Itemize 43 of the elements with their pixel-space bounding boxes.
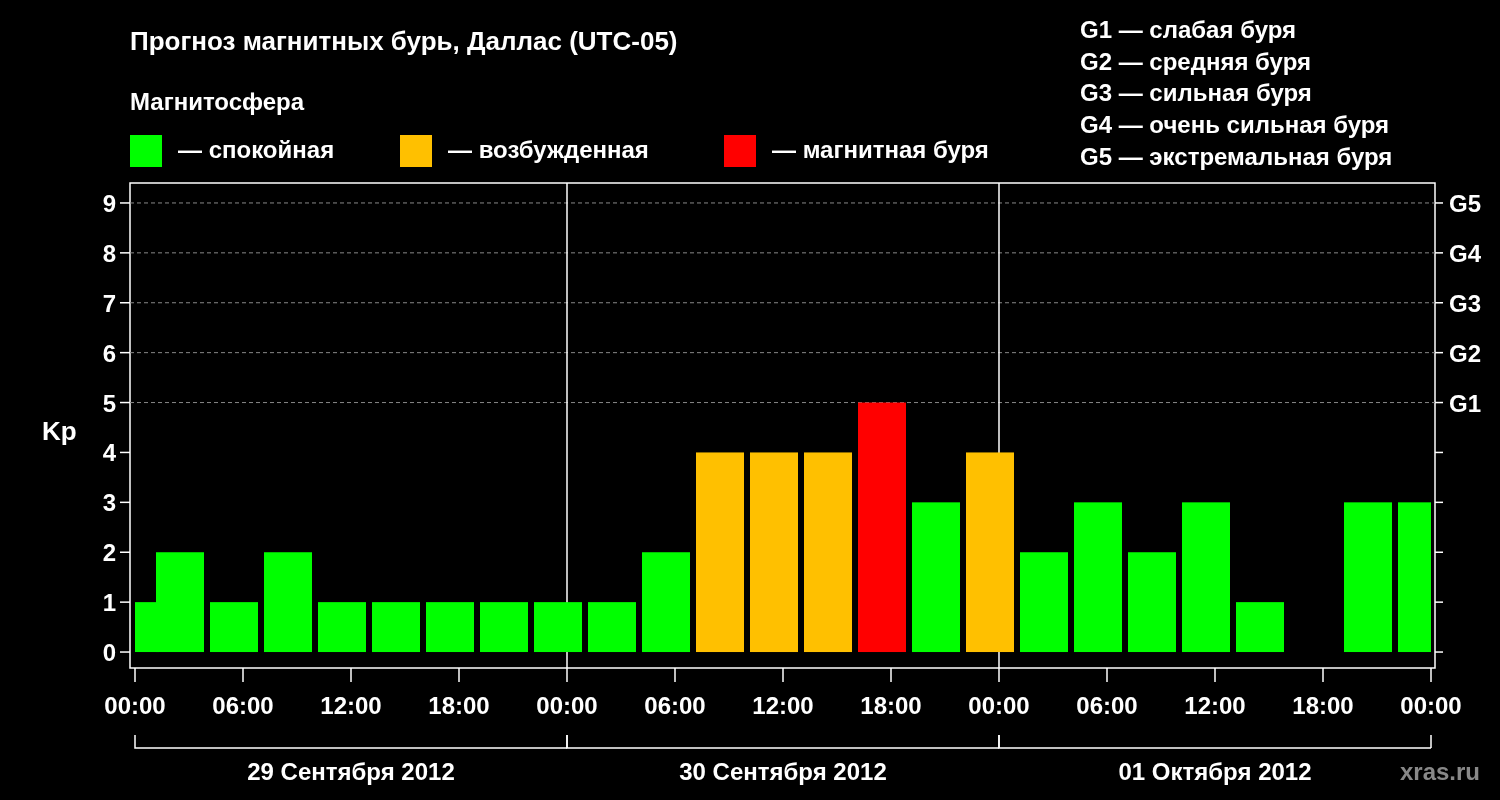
y-axis-label: Kp [42, 416, 77, 446]
y-tick-label: 0 [102, 639, 116, 667]
y-tick-label: 1 [102, 589, 116, 617]
date-label: 29 Сентября 2012 [247, 758, 455, 785]
x-tick-label: 06:00 [644, 692, 706, 719]
storm-level-label: G5 [1449, 189, 1481, 217]
scale-legend-item: G3 — сильная буря [1080, 79, 1312, 107]
legend-label: — возбужденная [448, 136, 649, 163]
x-tick-label: 00:00 [536, 692, 598, 719]
y-tick-label: 5 [102, 389, 116, 417]
scale-legend-item: G1 — слабая буря [1080, 16, 1297, 43]
y-tick-label: 9 [102, 189, 116, 217]
y-tick-label: 3 [102, 489, 116, 517]
x-tick-label: 06:00 [1076, 692, 1138, 719]
x-tick-label: 00:00 [104, 692, 166, 719]
scale-legend-item: G4 — очень сильная буря [1080, 111, 1390, 139]
date-label: 01 Октября 2012 [1118, 758, 1312, 785]
x-tick-label: 12:00 [752, 692, 814, 719]
x-tick-label: 12:00 [320, 692, 382, 719]
scale-legend-item: G2 — средняя буря [1080, 47, 1311, 75]
date-label: 30 Сентября 2012 [679, 758, 887, 785]
storm-level-label: G1 [1449, 389, 1481, 417]
x-tick-label: 18:00 [1292, 692, 1354, 719]
chart-title: Прогноз магнитных бурь, Даллас (UTC-05) [130, 26, 678, 56]
x-tick-label: 18:00 [428, 692, 490, 719]
x-tick-label: 00:00 [1400, 692, 1462, 719]
legend-label: — магнитная буря [772, 136, 989, 163]
legend-title: Магнитосфера [130, 88, 305, 115]
scale-legend-item: G5 — экстремальная буря [1080, 142, 1393, 170]
y-tick-label: 4 [102, 439, 116, 467]
y-tick-label: 7 [102, 289, 116, 317]
y-tick-label: 2 [102, 539, 116, 567]
site-credit: xras.ru [1399, 758, 1480, 785]
legend-label: — спокойная [178, 136, 335, 163]
x-tick-label: 06:00 [212, 692, 274, 719]
x-tick-label: 00:00 [968, 692, 1030, 719]
storm-level-label: G2 [1449, 339, 1481, 367]
y-tick-label: 6 [102, 339, 116, 367]
y-tick-label: 8 [102, 239, 116, 267]
storm-level-label: G4 [1449, 239, 1481, 267]
x-tick-label: 12:00 [1184, 692, 1246, 719]
storm-level-label: G3 [1449, 289, 1481, 317]
x-tick-label: 18:00 [860, 692, 922, 719]
